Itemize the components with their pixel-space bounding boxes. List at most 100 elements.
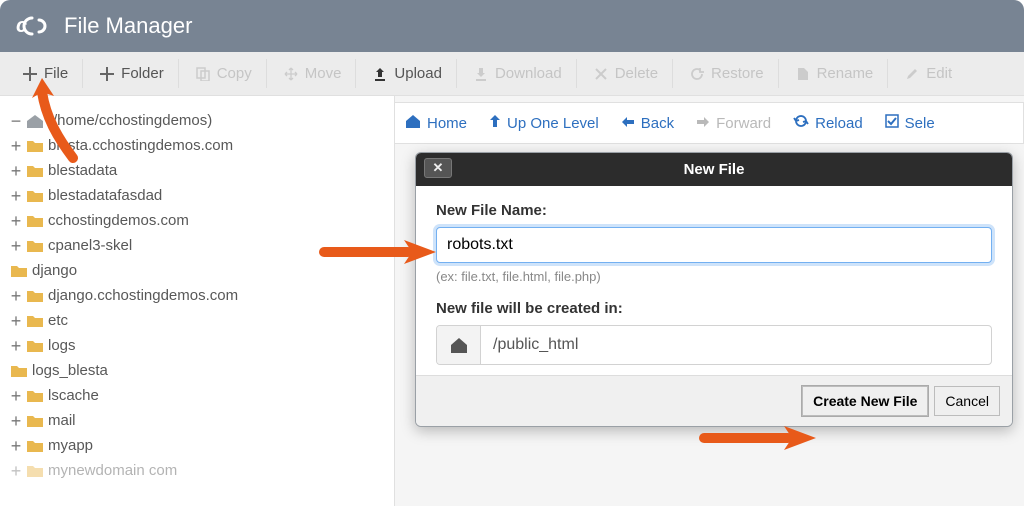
tree-item[interactable]: django — [10, 258, 384, 283]
expand-icon[interactable]: + — [10, 215, 22, 227]
filename-hint: (ex: file.txt, file.html, file.php) — [436, 269, 992, 284]
folder-icon — [26, 439, 44, 453]
folder-icon — [26, 414, 44, 428]
path-value[interactable]: /public_html — [481, 326, 991, 364]
folder-icon — [26, 314, 44, 328]
folder-icon — [26, 139, 44, 153]
tree-item[interactable]: logs_blesta — [10, 358, 384, 383]
cpanel-logo-icon: c — [16, 14, 50, 38]
tree-item-label: myapp — [48, 437, 93, 454]
dialog-close-button[interactable]: ✕ — [424, 158, 452, 178]
tree-item-label: django — [32, 262, 77, 279]
restore-label: Restore — [711, 65, 764, 82]
nav-select-all-label: Sele — [905, 115, 935, 132]
download-label: Download — [495, 65, 562, 82]
expand-icon[interactable]: + — [10, 390, 22, 402]
filename-input[interactable] — [436, 227, 992, 263]
rename-button[interactable]: Rename — [781, 59, 889, 88]
tree-item[interactable]: + logs — [10, 333, 384, 358]
expand-icon[interactable]: + — [10, 165, 22, 177]
nav-reload[interactable]: Reload — [793, 114, 863, 132]
arrow-right-icon — [696, 115, 710, 132]
expand-icon[interactable]: + — [10, 315, 22, 327]
folder-icon — [26, 239, 44, 253]
delete-button[interactable]: Delete — [579, 59, 673, 88]
restore-button[interactable]: Restore — [675, 59, 779, 88]
tree-item[interactable]: +cpanel3-skel — [10, 233, 384, 258]
edit-button[interactable]: Edit — [890, 59, 966, 88]
nav-back[interactable]: Back — [621, 115, 674, 132]
close-icon: ✕ — [433, 160, 444, 176]
plus-icon — [22, 66, 38, 82]
plus-icon — [99, 66, 115, 82]
nav-home-label: Home — [427, 115, 467, 132]
expand-icon[interactable]: + — [10, 290, 22, 302]
move-button[interactable]: Move — [269, 59, 357, 88]
reload-icon — [793, 114, 809, 132]
tree-item[interactable]: + mynewdomain com — [10, 458, 384, 483]
check-icon — [885, 114, 899, 132]
tree-item-label: mynewdomain com — [48, 462, 177, 479]
arrow-up-icon — [489, 114, 501, 132]
tree-item[interactable]: + lscache — [10, 383, 384, 408]
tree-item-label: lscache — [48, 387, 99, 404]
folder-icon — [26, 289, 44, 303]
tree-item[interactable]: + etc — [10, 308, 384, 333]
file-icon — [795, 66, 811, 82]
folder-icon — [26, 339, 44, 353]
tree-item[interactable]: +blestadatafasdad — [10, 183, 384, 208]
folder-icon — [10, 264, 28, 278]
new-file-dialog: ✕ New File New File Name: (ex: file.txt,… — [415, 152, 1013, 427]
tree-item-label: django.cchostingdemos.com — [48, 287, 238, 304]
folder-icon — [26, 389, 44, 403]
main-toolbar: File Folder Copy Move Upload Download — [0, 52, 1024, 96]
nav-forward[interactable]: Forward — [696, 115, 771, 132]
tree-item[interactable]: +mail — [10, 408, 384, 433]
tree-item[interactable]: + django.cchostingdemos.com — [10, 283, 384, 308]
move-icon — [283, 66, 299, 82]
download-button[interactable]: Download — [459, 59, 577, 88]
edit-label: Edit — [926, 65, 952, 82]
new-file-button[interactable]: File — [8, 59, 83, 88]
nav-home[interactable]: Home — [405, 114, 467, 132]
new-folder-label: Folder — [121, 65, 164, 82]
expand-icon[interactable]: + — [10, 340, 22, 352]
nav-forward-label: Forward — [716, 115, 771, 132]
tree-item-label: blestadata — [48, 162, 117, 179]
tree-item[interactable]: +blesta.cchostingdemos.com — [10, 133, 384, 158]
expand-icon[interactable]: + — [10, 190, 22, 202]
app-header: c File Manager — [0, 0, 1024, 52]
home-icon — [26, 114, 44, 128]
move-label: Move — [305, 65, 342, 82]
cancel-button[interactable]: Cancel — [934, 386, 1000, 416]
tree-root[interactable]: − (/home/cchostingdemos) — [10, 108, 384, 133]
download-icon — [473, 66, 489, 82]
tree-item[interactable]: + myapp — [10, 433, 384, 458]
tree-item[interactable]: +cchostingdemos.com — [10, 208, 384, 233]
new-folder-button[interactable]: Folder — [85, 59, 179, 88]
expand-icon[interactable]: + — [10, 415, 22, 427]
folder-tree: − (/home/cchostingdemos) +blesta.cchosti… — [0, 96, 395, 506]
copy-button[interactable]: Copy — [181, 59, 267, 88]
dialog-titlebar[interactable]: ✕ New File — [416, 153, 1012, 186]
tree-item[interactable]: + blestadata — [10, 158, 384, 183]
folder-icon — [10, 364, 28, 378]
folder-icon — [26, 214, 44, 228]
create-file-button[interactable]: Create New File — [802, 386, 928, 416]
expand-icon[interactable]: + — [10, 440, 22, 452]
expand-icon[interactable]: + — [10, 465, 22, 477]
page-title: File Manager — [64, 13, 192, 39]
collapse-icon[interactable]: − — [10, 115, 22, 127]
nav-up-label: Up One Level — [507, 115, 599, 132]
upload-label: Upload — [394, 65, 442, 82]
tree-item-label: etc — [48, 312, 68, 329]
expand-icon[interactable]: + — [10, 240, 22, 252]
delete-icon — [593, 66, 609, 82]
pencil-icon — [904, 66, 920, 82]
expand-icon[interactable]: + — [10, 140, 22, 152]
nav-up[interactable]: Up One Level — [489, 114, 599, 132]
nav-select-all[interactable]: Sele — [885, 114, 935, 132]
tree-item-label: logs — [48, 337, 76, 354]
upload-button[interactable]: Upload — [358, 59, 457, 88]
tree-item-label: logs_blesta — [32, 362, 108, 379]
